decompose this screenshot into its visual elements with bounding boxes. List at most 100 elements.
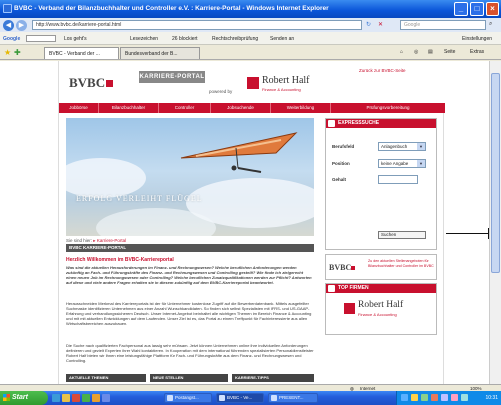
chevron-down-icon[interactable]: ▼ (417, 160, 425, 167)
toolbar-item-spellcheck[interactable]: Rechtschreibprüfung (212, 36, 258, 42)
tab-neue-stellen[interactable]: NEUE STELLEN (150, 374, 228, 382)
window-title: BVBC - Verband der Bilanzbuchhalter und … (14, 5, 329, 12)
forward-button[interactable]: ▶ (16, 20, 27, 31)
tab-bvbc[interactable]: BVBC - Verband der ... (44, 47, 119, 59)
field-label-position: Position (332, 161, 350, 166)
powered-by-text: powered by (209, 89, 233, 94)
refresh-icon[interactable]: ↻ (366, 21, 371, 28)
toolbar-item-blocked[interactable]: 26 blockiert (172, 36, 198, 42)
tray-app-icon[interactable] (431, 394, 438, 401)
scrollbar-thumb[interactable] (491, 73, 500, 273)
body-paragraph-1: Herausschneiden Merkmal des Karriereport… (66, 301, 312, 326)
top-firmen-box: TOP FIRMEN Robert Half Finance & Account… (325, 283, 437, 335)
nav-bilanzbuchhalter[interactable]: Bilanzbuchhalter (99, 103, 159, 113)
task-bvbc[interactable]: BVBC - Ve... (216, 393, 264, 403)
search-button[interactable]: Suchen (378, 231, 426, 239)
annotation-line (446, 233, 489, 234)
toolbar-item-send[interactable]: Senden an (270, 36, 294, 42)
partner-sub: Finance & Accounting (262, 87, 301, 92)
breadcrumb-link[interactable]: Karriere-Portal (97, 238, 126, 243)
select-berufsfeld[interactable]: Anlagenbuch ▼ (378, 142, 426, 151)
clock[interactable]: 10:31 (485, 395, 498, 401)
system-tray: 10:31 (396, 391, 501, 405)
tab-karriere-tipps[interactable]: KARRIERE-TIPPS (232, 374, 314, 382)
nav-controller[interactable]: Controller (159, 103, 211, 113)
select-position[interactable]: keine Angabe ▼ (378, 159, 426, 168)
maximize-button[interactable]: □ (470, 2, 484, 16)
tray-app3-icon[interactable] (451, 394, 458, 401)
top-firmen-title: TOP FIRMEN (338, 285, 369, 291)
express-search-box: EXPRESSSUCHE Berufsfeld Anlagenbuch ▼ Po… (325, 118, 437, 250)
task-postangst[interactable]: Postangst... (164, 393, 212, 403)
hang-glider-icon (180, 132, 298, 173)
tray-app2-icon[interactable] (441, 394, 448, 401)
page-menu[interactable]: Seite (444, 49, 455, 55)
task-label: Postangst... (175, 395, 199, 400)
chevron-down-icon[interactable]: ▼ (417, 143, 425, 150)
sponsor-name: Robert Half (358, 300, 404, 310)
favorites-star-icon[interactable]: ★ (4, 48, 11, 57)
select-position-value: keine Angabe (381, 161, 409, 166)
tab-bar: ★ ✚ BVBC - Verband der ... Bundesverband… (0, 45, 501, 60)
welcome-heading: Herzlich Willkommen im BVBC-Karriereport… (66, 257, 174, 263)
quicklaunch-word-icon[interactable] (102, 394, 110, 402)
quicklaunch-powerpoint-icon[interactable] (92, 394, 100, 402)
tray-app4-icon[interactable] (461, 394, 468, 401)
promo-text: Zu den aktuellen Stellenangeboten für Bi… (368, 259, 434, 268)
toolbar-item-go[interactable]: Los geht's (64, 36, 87, 42)
google-toolbar: Google Los geht's Lesezeichen 26 blockie… (0, 32, 501, 45)
nav-jobsuchende[interactable]: Jobsuchende (211, 103, 271, 113)
search-icon[interactable]: ⌕ (489, 21, 492, 28)
tray-network-icon[interactable] (401, 394, 408, 401)
quicklaunch-folder-icon[interactable] (62, 394, 70, 402)
tab-bundesverband[interactable]: Bundesverband der B... (120, 47, 200, 59)
home-icon[interactable]: ⌂ (400, 49, 403, 55)
bvbc-site: BVBC KARRIERE-PORTAL powered by Robert H… (58, 61, 445, 384)
robert-half-mark-icon (247, 77, 259, 89)
bottom-tabs: AKTUELLE THEMEN NEUE STELLEN KARRIERE-TI… (66, 374, 314, 384)
google-search-field[interactable] (26, 35, 56, 42)
quicklaunch-ie-icon[interactable] (52, 394, 60, 402)
express-search-title: EXPRESSSUCHE (338, 120, 380, 126)
logo-text: BVBC (69, 75, 106, 90)
back-to-bvbc-link[interactable]: Zurück zur BVBC-Seite (359, 68, 406, 73)
tray-security-icon[interactable] (411, 394, 418, 401)
promo-logo-text: BVBC (329, 263, 352, 272)
close-button[interactable]: × (486, 2, 499, 16)
section-title: BVBC KARRIERE-PORTAL (66, 244, 314, 252)
start-label: Start (12, 394, 28, 401)
add-favorite-icon[interactable]: ✚ (14, 48, 21, 57)
nav-pruefungsvorbereitung[interactable]: Prüfungsvorbereitung (331, 103, 445, 113)
search-input[interactable]: Google (400, 20, 486, 30)
nav-weiterbildung[interactable]: Weiterbildung (271, 103, 331, 113)
hero-caption: ERFOLG VERLEIHT FLÜGEL (76, 194, 203, 203)
breadcrumb-prefix: Sie sind hier: (66, 238, 93, 243)
input-gehalt[interactable] (378, 175, 418, 184)
start-button[interactable]: Start (0, 391, 48, 405)
promo-logo: BVBC (329, 263, 356, 272)
nav-jobboerse[interactable]: Jobbörse (59, 103, 99, 113)
vertical-scrollbar[interactable] (489, 61, 501, 384)
quicklaunch-app-icon[interactable] (72, 394, 80, 402)
field-label-gehalt: Gehalt (332, 177, 347, 182)
robert-half-logo[interactable]: Robert Half Finance & Accounting (247, 73, 317, 95)
url-field[interactable]: http://www.bvbc.de/karriere-portal.html (32, 20, 362, 30)
print-icon[interactable]: ▤ (428, 49, 433, 55)
feed-icon[interactable]: ◎ (414, 49, 418, 55)
tray-volume-icon[interactable] (421, 394, 428, 401)
bvbc-logo[interactable]: BVBC (69, 75, 114, 91)
extras-menu[interactable]: Extras (470, 49, 484, 55)
address-bar: ◀ ▶ http://www.bvbc.de/karriere-portal.h… (0, 18, 501, 32)
intro-paragraph: Was sind die aktuellen Herausforderungen… (66, 265, 312, 285)
page-viewport: BVBC KARRIERE-PORTAL powered by Robert H… (0, 61, 489, 384)
toolbar-item-bookmarks[interactable]: Lesezeichen (130, 36, 158, 42)
bvbc-jobs-promo[interactable]: BVBC Zu den aktuellen Stellenangeboten f… (325, 254, 437, 280)
quicklaunch-excel-icon[interactable] (82, 394, 90, 402)
task-presentation[interactable]: PRESENT... (268, 393, 318, 403)
tab-aktuelle-themen[interactable]: AKTUELLE THEMEN (66, 374, 146, 382)
back-button[interactable]: ◀ (3, 20, 14, 31)
toolbar-settings[interactable]: Einstellungen (462, 36, 492, 42)
minimize-button[interactable]: _ (454, 2, 468, 16)
sponsor-sub: Finance & Accounting (358, 312, 397, 317)
stop-icon[interactable]: ✕ (378, 21, 383, 28)
